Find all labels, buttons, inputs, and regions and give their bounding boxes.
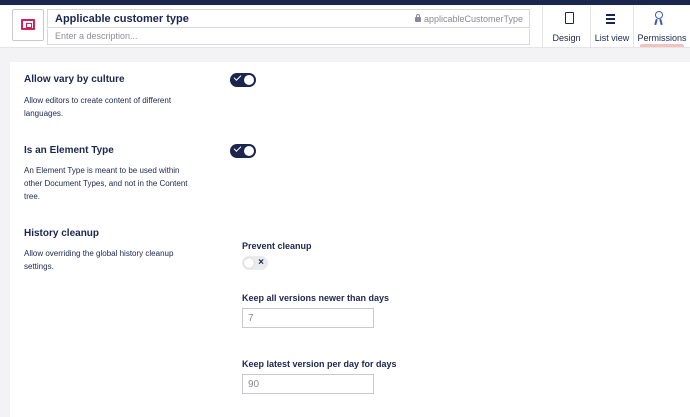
list-icon xyxy=(606,14,615,24)
check-icon xyxy=(233,144,242,152)
alias-field[interactable]: applicableCustomerType xyxy=(414,14,523,24)
prevent-cleanup-label: Prevent cleanup xyxy=(242,241,312,251)
history-cleanup-title: History cleanup xyxy=(24,228,100,239)
element-type-toggle[interactable] xyxy=(230,144,256,158)
tab-list-view[interactable]: List view xyxy=(590,5,633,47)
keep-all-versions-value: 7 xyxy=(248,313,254,324)
check-icon xyxy=(233,73,242,81)
doctype-icon xyxy=(21,19,35,30)
document-icon xyxy=(565,12,574,24)
element-type-title: Is an Element Type xyxy=(24,145,114,156)
toggle-knob xyxy=(244,258,254,268)
keep-all-versions-label: Keep all versions newer than days xyxy=(242,293,390,303)
tab-list-view-label: List view xyxy=(594,33,630,43)
permissions-icon xyxy=(654,11,664,26)
permissions-panel: Allow vary by culture Allow editors to c… xyxy=(10,62,690,417)
tab-design-label: Design xyxy=(552,33,581,43)
doctype-icon-picker[interactable] xyxy=(12,9,44,41)
alias-value: applicableCustomerType xyxy=(423,14,523,24)
vary-by-culture-toggle[interactable] xyxy=(230,73,256,87)
doctype-header: Applicable customer type applicableCusto… xyxy=(0,5,690,48)
toggle-knob xyxy=(244,75,254,85)
keep-latest-version-value: 90 xyxy=(248,379,260,390)
vary-by-culture-description: Allow editors to create content of diffe… xyxy=(24,96,172,118)
name-input[interactable]: Applicable customer type applicableCusto… xyxy=(47,9,530,28)
element-type-description: An Element Type is meant to be used with… xyxy=(24,166,188,201)
close-icon: × xyxy=(258,257,264,268)
tab-permissions-label: Permissions xyxy=(637,33,687,43)
prevent-cleanup-toggle[interactable]: × xyxy=(242,256,268,270)
tab-design[interactable]: Design xyxy=(542,5,590,47)
description-placeholder: Enter a description... xyxy=(55,31,138,41)
history-cleanup-description: Allow overriding the global history clea… xyxy=(24,249,174,271)
tab-permissions[interactable]: Permissions xyxy=(633,5,690,47)
description-input[interactable]: Enter a description... xyxy=(47,29,530,45)
vary-by-culture-title: Allow vary by culture xyxy=(24,74,125,85)
name-value: Applicable customer type xyxy=(55,13,189,25)
keep-latest-version-input[interactable]: 90 xyxy=(242,374,374,394)
lock-icon[interactable] xyxy=(414,14,421,22)
keep-latest-version-label: Keep latest version per day for days xyxy=(242,359,397,369)
keep-all-versions-input[interactable]: 7 xyxy=(242,308,374,328)
toggle-knob xyxy=(244,146,254,156)
